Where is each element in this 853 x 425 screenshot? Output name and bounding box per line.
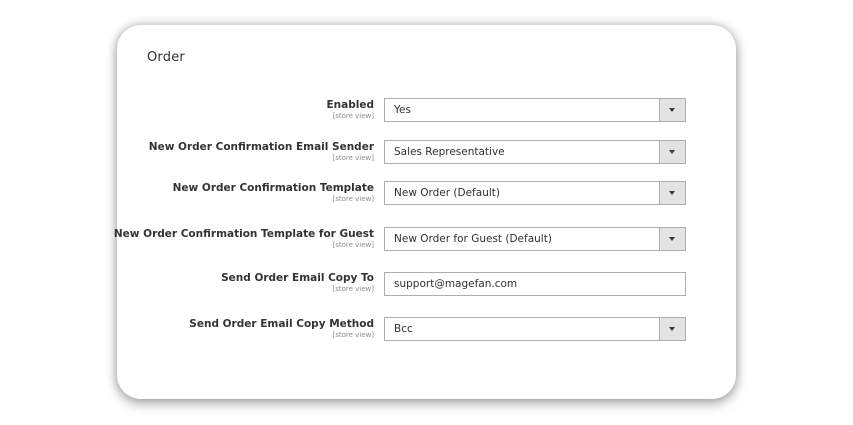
- enabled-select[interactable]: Yes: [384, 98, 686, 122]
- select-value: Sales Representative: [394, 146, 505, 158]
- chevron-down-icon: [669, 108, 675, 112]
- chevron-down-icon: [669, 150, 675, 154]
- scope-note: [store view]: [332, 285, 374, 293]
- guest-template-select[interactable]: New Order for Guest (Default): [384, 227, 686, 251]
- field-label: New Order Confirmation Template for Gues…: [113, 228, 374, 240]
- select-value: New Order (Default): [394, 187, 500, 199]
- chevron-down-icon: [669, 191, 675, 195]
- chevron-down-icon: [669, 327, 675, 331]
- field-label: Enabled: [326, 99, 375, 111]
- select-toggle[interactable]: [659, 99, 685, 121]
- settings-panel: [117, 25, 736, 399]
- label-guest-template: New Order Confirmation Template for Gues…: [114, 228, 374, 250]
- email-sender-select[interactable]: Sales Representative: [384, 140, 686, 164]
- scope-note: [store view]: [332, 195, 374, 203]
- field-label: New Order Confirmation Template: [172, 182, 374, 194]
- select-value: Bcc: [394, 323, 413, 335]
- label-email-sender: New Order Confirmation Email Sender [sto…: [149, 141, 374, 163]
- copy-method-select[interactable]: Bcc: [384, 317, 686, 341]
- select-toggle[interactable]: [659, 318, 685, 340]
- label-enabled: Enabled [store view]: [327, 99, 375, 121]
- input-value: support@magefan.com: [394, 278, 518, 290]
- label-copy-method: Send Order Email Copy Method [store view…: [189, 318, 374, 340]
- select-value: Yes: [394, 104, 411, 116]
- field-label: New Order Confirmation Email Sender: [148, 141, 374, 153]
- select-value: New Order for Guest (Default): [394, 233, 552, 245]
- field-label: Send Order Email Copy To: [221, 272, 374, 284]
- label-confirmation-template: New Order Confirmation Template [store v…: [173, 182, 374, 204]
- scope-note: [store view]: [332, 241, 374, 249]
- copy-to-input[interactable]: support@magefan.com: [384, 272, 686, 296]
- field-label: Send Order Email Copy Method: [189, 318, 374, 330]
- confirmation-template-select[interactable]: New Order (Default): [384, 181, 686, 205]
- scope-note: [store view]: [332, 331, 374, 339]
- label-copy-to: Send Order Email Copy To [store view]: [221, 272, 374, 294]
- scope-note: [store view]: [332, 154, 374, 162]
- select-toggle[interactable]: [659, 182, 685, 204]
- section-title: Order: [147, 50, 185, 65]
- chevron-down-icon: [669, 237, 675, 241]
- scope-note: [store view]: [332, 112, 374, 120]
- select-toggle[interactable]: [659, 141, 685, 163]
- select-toggle[interactable]: [659, 228, 685, 250]
